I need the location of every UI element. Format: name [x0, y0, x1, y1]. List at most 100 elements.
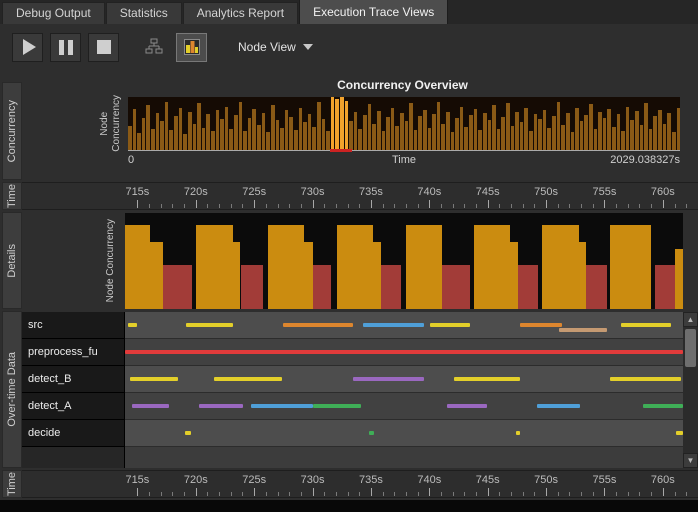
- overview-histogram[interactable]: [128, 97, 680, 151]
- trace-segment[interactable]: [283, 323, 353, 327]
- histogram-bar: [188, 112, 192, 150]
- histogram-bar: [506, 103, 510, 150]
- trace-row-track[interactable]: [125, 339, 683, 366]
- tree-view-button[interactable]: [138, 33, 169, 62]
- histogram-bar: [179, 108, 183, 150]
- minor-tick: [639, 204, 640, 208]
- legend-view-button[interactable]: [176, 33, 207, 62]
- time-ruler-top[interactable]: 715s720s725s730s735s740s745s750s755s760s: [22, 182, 698, 210]
- major-tick: [313, 200, 314, 208]
- scrollbar-thumb[interactable]: [685, 329, 696, 367]
- histogram-bar: [488, 120, 492, 150]
- minor-tick: [453, 204, 454, 208]
- minor-tick: [219, 492, 220, 496]
- major-tick: [371, 488, 372, 496]
- histogram-bar: [262, 113, 266, 150]
- tab-analytics-report[interactable]: Analytics Report: [183, 2, 298, 24]
- time-tick-label: 745s: [476, 186, 500, 198]
- concurrency-bar: [268, 225, 304, 309]
- concurrency-bar: [163, 265, 192, 309]
- histogram-bar: [460, 107, 464, 150]
- details-concurrency-chart[interactable]: [125, 213, 683, 309]
- trace-segment[interactable]: [353, 377, 423, 381]
- minor-tick: [418, 204, 419, 208]
- trace-segment[interactable]: [186, 323, 232, 327]
- overview-chart-title: Concurrency Overview: [125, 78, 680, 92]
- trace-row: decide: [22, 420, 683, 447]
- trace-row-track[interactable]: [125, 420, 683, 447]
- concurrency-bar: [406, 225, 442, 309]
- histogram-bar: [294, 130, 298, 150]
- trace-segment[interactable]: [130, 377, 178, 381]
- minor-tick: [324, 204, 325, 208]
- trace-segment[interactable]: [199, 404, 243, 408]
- trace-segment[interactable]: [537, 404, 580, 408]
- trace-segment[interactable]: [621, 323, 671, 327]
- histogram-bar: [128, 126, 132, 150]
- histogram-bar: [395, 126, 399, 150]
- histogram-bar: [335, 99, 339, 150]
- major-tick: [137, 200, 138, 208]
- tab-execution-trace-views[interactable]: Execution Trace Views: [299, 0, 448, 24]
- trace-segment[interactable]: [125, 350, 683, 354]
- tab-statistics[interactable]: Statistics: [106, 2, 182, 24]
- histogram-bar: [317, 102, 321, 150]
- histogram-bar: [497, 129, 501, 150]
- trace-segment[interactable]: [185, 431, 191, 435]
- trace-segment[interactable]: [454, 377, 520, 381]
- node-view-dropdown[interactable]: Node View: [230, 36, 321, 58]
- minor-tick: [278, 204, 279, 208]
- histogram-bar: [354, 112, 358, 150]
- pause-button[interactable]: [50, 33, 81, 62]
- histogram-bar: [303, 122, 307, 150]
- histogram-bar: [524, 108, 528, 150]
- trace-segment[interactable]: [676, 431, 683, 435]
- trace-segment[interactable]: [369, 431, 373, 435]
- minor-tick: [569, 204, 570, 208]
- trace-segment[interactable]: [643, 404, 683, 408]
- histogram-bar: [474, 109, 478, 150]
- trace-segment[interactable]: [128, 323, 137, 327]
- trace-segment[interactable]: [516, 431, 520, 435]
- histogram-bar: [418, 116, 422, 150]
- time-tick-label: 755s: [593, 474, 617, 486]
- minor-tick: [675, 204, 676, 208]
- trace-row-track[interactable]: [125, 312, 683, 339]
- stop-button[interactable]: [88, 33, 119, 62]
- major-tick: [254, 488, 255, 496]
- histogram-bar: [326, 131, 330, 150]
- vertical-scrollbar[interactable]: ▲ ▼: [683, 312, 698, 468]
- trace-segment[interactable]: [447, 404, 487, 408]
- minor-tick: [394, 492, 395, 496]
- histogram-bar: [133, 109, 137, 150]
- minor-tick: [534, 492, 535, 496]
- tab-debug-output[interactable]: Debug Output: [2, 2, 105, 24]
- minor-tick: [453, 492, 454, 496]
- trace-segment[interactable]: [430, 323, 470, 327]
- highlight-marker: [330, 149, 351, 152]
- execution-trace-window: Debug Output Statistics Analytics Report…: [0, 0, 698, 70]
- histogram-bar: [271, 105, 275, 150]
- trace-segment[interactable]: [214, 377, 282, 381]
- trace-row-track[interactable]: [125, 366, 683, 393]
- trace-row-track[interactable]: [125, 393, 683, 420]
- histogram-bar: [229, 129, 233, 150]
- trace-segment[interactable]: [610, 377, 680, 381]
- histogram-bar: [142, 118, 146, 150]
- time-ruler-bottom[interactable]: 715s720s725s730s735s740s745s750s755s760s: [22, 470, 698, 498]
- scroll-down-button[interactable]: ▼: [683, 453, 698, 468]
- major-tick: [546, 488, 547, 496]
- play-button[interactable]: [12, 33, 43, 62]
- time-tick-label: 735s: [359, 186, 383, 198]
- trace-segment[interactable]: [251, 404, 313, 408]
- histogram-bar: [603, 118, 607, 150]
- trace-segment[interactable]: [520, 323, 562, 327]
- minor-tick: [207, 492, 208, 496]
- trace-segment[interactable]: [559, 328, 607, 332]
- trace-segment[interactable]: [363, 323, 423, 327]
- major-tick: [371, 200, 372, 208]
- concurrency-bar: [373, 242, 381, 309]
- trace-segment[interactable]: [313, 404, 361, 408]
- trace-segment[interactable]: [132, 404, 168, 408]
- scroll-up-button[interactable]: ▲: [683, 312, 698, 327]
